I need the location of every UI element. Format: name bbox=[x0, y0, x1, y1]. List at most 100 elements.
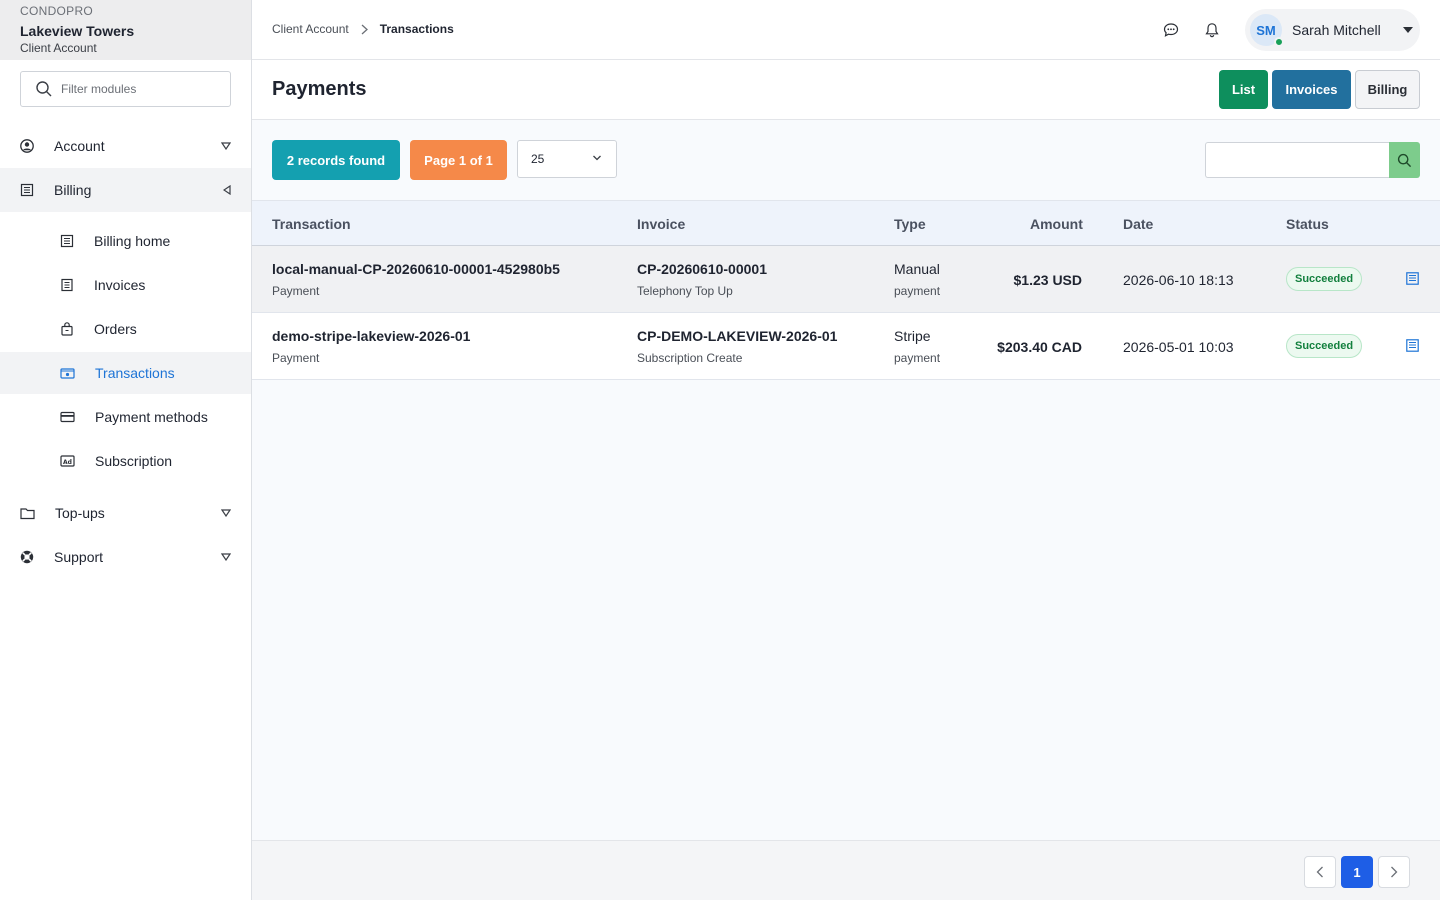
view-document-button[interactable] bbox=[1406, 339, 1419, 357]
user-name: Sarah Mitchell bbox=[1292, 22, 1381, 38]
folder-icon bbox=[20, 508, 35, 520]
view-document-button[interactable] bbox=[1406, 272, 1419, 290]
payment-type-sub: payment bbox=[894, 284, 941, 298]
caret-left-icon bbox=[223, 185, 231, 195]
previous-page-button[interactable] bbox=[1304, 856, 1336, 888]
sidebar-item-top-ups[interactable]: Top-ups bbox=[0, 491, 251, 535]
column-header-status[interactable]: Status bbox=[1286, 216, 1329, 232]
bell-icon bbox=[1205, 23, 1219, 38]
invoice-number[interactable]: CP-DEMO-LAKEVIEW-2026-01 bbox=[637, 328, 837, 344]
sidebar-item-billing[interactable]: Billing bbox=[0, 168, 251, 212]
chevron-left-icon bbox=[1316, 866, 1323, 878]
table-header: Transaction Invoice Type Amount Date Sta… bbox=[252, 200, 1440, 246]
cash-icon bbox=[60, 368, 75, 379]
breadcrumb-client-account[interactable]: Client Account bbox=[272, 22, 349, 36]
lifebuoy-icon bbox=[20, 550, 34, 564]
column-header-transaction[interactable]: Transaction bbox=[272, 216, 351, 232]
chevron-right-icon bbox=[361, 24, 368, 35]
list-view-button[interactable]: List bbox=[1219, 70, 1268, 109]
ledger-icon bbox=[60, 234, 74, 248]
per-page-select[interactable]: 25 bbox=[517, 140, 617, 178]
payment-type-sub: payment bbox=[894, 351, 941, 365]
chat-button[interactable] bbox=[1161, 20, 1181, 40]
search-button[interactable] bbox=[1389, 142, 1420, 178]
sidebar-item-label: Account bbox=[54, 138, 105, 154]
column-header-invoice[interactable]: Invoice bbox=[637, 216, 685, 232]
table-row[interactable]: local-manual-CP-20260610-00001-452980b5 … bbox=[252, 246, 1440, 313]
next-page-button[interactable] bbox=[1378, 856, 1410, 888]
amount: $203.40 CAD bbox=[997, 339, 1082, 355]
caret-down-icon bbox=[221, 509, 231, 517]
sidebar-item-payment-methods[interactable]: Payment methods bbox=[0, 396, 251, 438]
transaction-id: local-manual-CP-20260610-00001-452980b5 bbox=[272, 261, 560, 277]
column-header-type[interactable]: Type bbox=[894, 216, 926, 232]
document-icon bbox=[1406, 272, 1419, 285]
avatar: SM bbox=[1250, 14, 1284, 47]
invoice-icon bbox=[61, 278, 73, 292]
sidebar-item-subscription[interactable]: Ad Subscription bbox=[0, 440, 251, 482]
account-context: Client Account bbox=[20, 41, 97, 55]
document-icon bbox=[1406, 339, 1419, 352]
online-status-dot bbox=[1274, 37, 1284, 47]
shopping-bag-icon bbox=[61, 322, 73, 336]
sidebar-item-label: Subscription bbox=[95, 453, 173, 469]
search-input[interactable] bbox=[1205, 142, 1389, 178]
table-search bbox=[1205, 142, 1420, 178]
user-menu[interactable]: SM Sarah Mitchell bbox=[1245, 9, 1420, 51]
list-toolbar: 2 records found Page 1 of 1 25 bbox=[252, 120, 1440, 200]
sidebar-item-label: Billing bbox=[54, 182, 92, 198]
ledger-icon bbox=[20, 183, 34, 197]
main-content: 2 records found Page 1 of 1 25 Transacti… bbox=[252, 120, 1440, 840]
ad-card-icon: Ad bbox=[60, 455, 75, 467]
transactions-table: Transaction Invoice Type Amount Date Sta… bbox=[252, 200, 1440, 380]
page-info-badge: Page 1 of 1 bbox=[410, 140, 507, 180]
sidebar-item-support[interactable]: Support bbox=[0, 535, 251, 579]
avatar-initials: SM bbox=[1256, 22, 1276, 38]
page-header: Payments List Invoices Billing bbox=[252, 60, 1440, 120]
caret-down-icon bbox=[1403, 27, 1413, 33]
user-circle-icon bbox=[20, 139, 34, 153]
app-name: CONDOPRO bbox=[20, 4, 94, 18]
sidebar-item-transactions[interactable]: Transactions bbox=[0, 352, 251, 394]
sidebar: CONDOPRO Lakeview Towers Client Account … bbox=[0, 0, 252, 900]
notifications-button[interactable] bbox=[1202, 20, 1222, 40]
chevron-right-icon bbox=[1391, 866, 1398, 878]
transaction-kind: Payment bbox=[272, 284, 320, 298]
invoice-description: Telephony Top Up bbox=[637, 284, 733, 298]
column-header-date[interactable]: Date bbox=[1123, 216, 1153, 232]
sidebar-item-label: Billing home bbox=[94, 233, 171, 249]
column-header-amount[interactable]: Amount bbox=[1030, 216, 1083, 232]
page-button-current[interactable]: 1 bbox=[1341, 856, 1373, 888]
invoice-description: Subscription Create bbox=[637, 351, 743, 365]
sidebar-item-orders[interactable]: Orders bbox=[0, 308, 251, 350]
filter-modules-input[interactable] bbox=[61, 82, 221, 96]
sidebar-item-label: Transactions bbox=[95, 365, 175, 381]
search-icon bbox=[1397, 153, 1412, 167]
search-icon bbox=[36, 81, 52, 97]
amount: $1.23 USD bbox=[1013, 272, 1082, 288]
transaction-date: 2026-05-01 10:03 bbox=[1123, 339, 1234, 355]
caret-down-icon bbox=[221, 553, 231, 561]
sidebar-item-label: Support bbox=[54, 549, 104, 565]
sidebar-item-label: Orders bbox=[94, 321, 137, 337]
svg-text:Ad: Ad bbox=[63, 459, 72, 466]
sidebar-item-invoices[interactable]: Invoices bbox=[0, 264, 251, 306]
sidebar-item-billing-home[interactable]: Billing home bbox=[0, 220, 251, 262]
billing-view-button[interactable]: Billing bbox=[1355, 70, 1420, 109]
invoices-view-button[interactable]: Invoices bbox=[1272, 70, 1351, 109]
sidebar-item-label: Invoices bbox=[94, 277, 146, 293]
invoice-number[interactable]: CP-20260610-00001 bbox=[637, 261, 767, 277]
breadcrumb-current: Transactions bbox=[379, 22, 454, 36]
credit-card-icon bbox=[60, 411, 75, 423]
page-title: Payments bbox=[272, 78, 367, 100]
organization-name: Lakeview Towers bbox=[20, 23, 135, 39]
status-badge: Succeeded bbox=[1286, 267, 1363, 291]
sidebar-item-label: Top-ups bbox=[55, 505, 105, 521]
payment-type: Stripe bbox=[894, 328, 931, 344]
chevron-down-icon bbox=[593, 155, 601, 161]
table-row[interactable]: demo-stripe-lakeview-2026-01 Payment CP-… bbox=[252, 313, 1440, 380]
brand-header: CONDOPRO Lakeview Towers Client Account bbox=[0, 0, 251, 60]
sidebar-item-account[interactable]: Account bbox=[0, 124, 251, 168]
module-filter[interactable] bbox=[20, 71, 231, 107]
pagination-bar: 1 bbox=[252, 840, 1440, 900]
